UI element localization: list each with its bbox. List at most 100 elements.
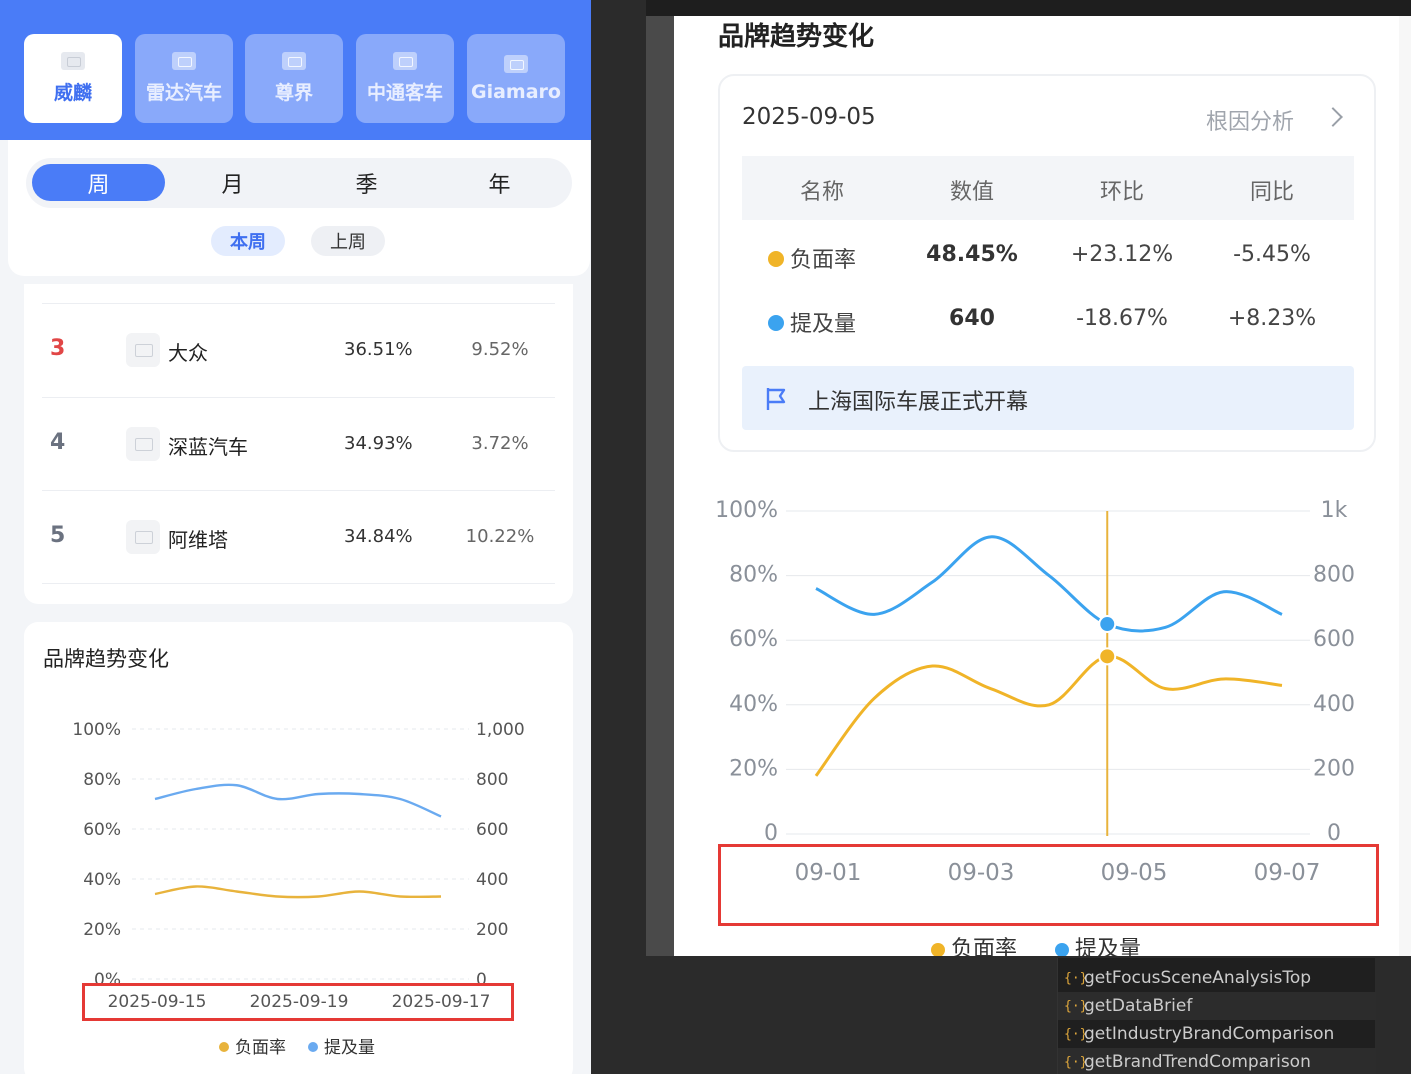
y-axis-left-tick: 20%	[83, 920, 121, 940]
legend-label: 提及量	[1075, 937, 1141, 956]
brand-tab-bar: 威麟 雷达汽车 尊界 中通客车 Giamaro	[0, 0, 591, 140]
left-app-panel: 威麟 雷达汽车 尊界 中通客车 Giamaro 周 月 季 年 本周 上周 3 …	[0, 0, 591, 1074]
y-axis-left-tick: 100%	[715, 498, 778, 523]
brand-value-1: 36.51%	[344, 339, 413, 360]
y-axis-right-tick: 1,000	[476, 720, 525, 740]
brand-tab-2[interactable]: 尊界	[245, 34, 343, 123]
y-axis-right-tick: 800	[476, 770, 508, 790]
brand-tab-1[interactable]: 雷达汽车	[135, 34, 233, 123]
legend-label: 负面率	[951, 937, 1017, 956]
function-icon: {·}	[1064, 1054, 1088, 1070]
function-icon: {·}	[1064, 998, 1088, 1014]
function-name: getDataBrief	[1084, 996, 1193, 1016]
brand-value-2: 3.72%	[471, 433, 529, 454]
y-axis-right-tick: 200	[476, 920, 508, 940]
function-name: getFocusSceneAnalysisTop	[1084, 968, 1312, 988]
subtab-this-week[interactable]: 本周	[211, 226, 285, 256]
code-outline-panel: {·} getFocusSceneAnalysisTop {·} getData…	[1057, 958, 1376, 1074]
y-axis-right-tick: 600	[476, 820, 508, 840]
brand-logo-icon	[126, 427, 160, 461]
legend-dot-icon	[219, 1042, 229, 1052]
brand-ranking-list: 3 大众 36.51% 9.52% 4 深蓝汽车 34.93% 3.72% 5 …	[24, 284, 573, 604]
series-line-negative-rate	[814, 654, 1283, 777]
brand-name: 深蓝汽车	[168, 435, 248, 459]
y-axis-left-tick: 20%	[729, 756, 778, 781]
y-axis-left-tick: 60%	[83, 820, 121, 840]
y-axis-left-tick: 100%	[72, 720, 121, 740]
brand-tab-label: 雷达汽车	[145, 82, 222, 104]
y-axis-right-tick: 600	[1313, 627, 1355, 652]
brand-tab-3[interactable]: 中通客车	[356, 34, 454, 123]
ranking-row[interactable]: 4 深蓝汽车 34.93% 3.72%	[42, 397, 555, 491]
y-axis-right-tick: 1k	[1321, 498, 1348, 523]
brand-value-2: 10.22%	[465, 526, 535, 547]
y-axis-left-tick: 80%	[83, 770, 121, 790]
code-outline-item[interactable]: {·} getIndustryBrandComparison	[1058, 1020, 1376, 1048]
y-axis-left-tick: 80%	[729, 563, 778, 588]
y-axis-left-tick: 60%	[729, 627, 778, 652]
brand-tab-label: 中通客车	[366, 82, 443, 104]
brand-tab-label: 尊界	[274, 82, 313, 104]
tab-month[interactable]: 月	[166, 164, 299, 201]
legend-dot-icon	[308, 1042, 318, 1052]
code-outline-item[interactable]: {·} getBrandTrendComparison	[1058, 1048, 1376, 1074]
y-axis-right-tick: 400	[476, 870, 508, 890]
tab-year[interactable]: 年	[433, 164, 566, 201]
series-line-mentions	[154, 783, 442, 818]
y-axis-right-tick: 200	[1313, 756, 1355, 781]
rank-number: 4	[50, 430, 66, 455]
y-axis-left-tick: 0	[764, 821, 778, 846]
right-trend-chart: 100% 1k80% 80060% 60040% 40020% 2000 009-01 09-…	[715, 498, 1355, 956]
ranking-row[interactable]: 3 大众 36.51% 9.52%	[42, 303, 555, 397]
brand-value-2: 9.52%	[471, 339, 529, 360]
window-edge	[1399, 16, 1411, 956]
brand-logo-icon	[504, 54, 528, 73]
brand-logo-icon	[61, 52, 85, 70]
brand-tab-4[interactable]: Giamaro	[467, 34, 565, 123]
period-selector-card: 周 月 季 年 本周 上周	[8, 140, 590, 276]
code-outline-item[interactable]: {·} getFocusSceneAnalysisTop	[1058, 964, 1376, 992]
brand-value-1: 34.93%	[344, 433, 413, 454]
y-axis-left-tick: 40%	[83, 870, 121, 890]
y-axis-right-tick: 800	[1313, 563, 1355, 588]
brand-logo-icon	[172, 52, 196, 70]
series-line-negative-rate	[154, 885, 442, 899]
brand-tab-label: 威麟	[53, 82, 92, 104]
brand-value-1: 34.84%	[344, 526, 413, 547]
brand-logo-icon	[126, 333, 160, 367]
y-axis-right-tick: 0	[1327, 821, 1341, 846]
rank-number: 3	[50, 336, 66, 361]
window-top-bar	[646, 0, 1411, 16]
legend-label: 负面率	[235, 1038, 286, 1058]
period-tabs: 周 月 季 年	[26, 158, 572, 208]
brand-logo-icon	[126, 520, 160, 554]
function-name: getBrandTrendComparison	[1084, 1052, 1311, 1072]
function-name: getIndustryBrandComparison	[1084, 1024, 1335, 1044]
code-outline-item[interactable]: {·} getDataBrief	[1058, 992, 1376, 1020]
highlight-point	[1098, 615, 1117, 634]
legend-dot-icon	[931, 943, 945, 956]
red-highlight-box	[82, 983, 514, 1021]
tab-week[interactable]: 周	[32, 164, 165, 201]
right-app-panel: 品牌趋势变化 2025-09-05 根因分析 名称 数值 环比 同比 负面率 4…	[674, 16, 1399, 956]
y-axis-left-tick: 40%	[729, 692, 778, 717]
legend-dot-icon	[1055, 943, 1069, 956]
rank-number: 5	[50, 523, 66, 548]
highlight-point	[1098, 647, 1117, 666]
brand-name: 大众	[168, 341, 208, 365]
tab-quarter[interactable]: 季	[300, 164, 433, 201]
ranking-row[interactable]: 5 阿维塔 34.84% 10.22%	[42, 490, 555, 584]
brand-logo-icon	[282, 52, 306, 70]
brand-logo-icon	[393, 52, 417, 70]
red-highlight-box	[718, 844, 1379, 926]
function-icon: {·}	[1064, 1026, 1088, 1042]
legend-label: 提及量	[324, 1038, 375, 1058]
function-icon: {·}	[1064, 970, 1088, 986]
y-axis-right-tick: 400	[1313, 692, 1355, 717]
brand-trend-card: 品牌趋势变化 100% 1,000 80% 800 60% 600 40% 400 20% 200…	[24, 622, 573, 1074]
series-line-mentions	[815, 535, 1283, 633]
brand-name: 阿维塔	[168, 528, 228, 552]
subtab-last-week[interactable]: 上周	[311, 226, 385, 256]
window-side-strip	[646, 16, 674, 956]
brand-tab-0[interactable]: 威麟	[24, 34, 122, 123]
